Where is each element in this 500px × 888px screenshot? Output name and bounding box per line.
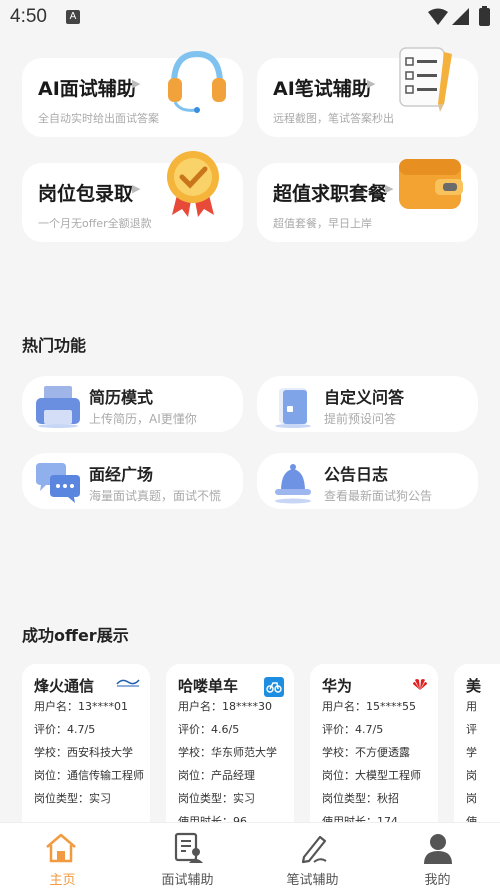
card-desc: 超值套餐，早日上岸 [273, 217, 372, 230]
tab-label: 面试辅助 [161, 873, 214, 888]
ai-written-test-card[interactable]: AI笔试辅助 ▶ 远程截图，笔试答案秒出 [257, 47, 478, 137]
offer-carousel[interactable]: 烽火通信 用户名：13****01 评价：4.7/5 学校：西安科技大学 岗位：… [22, 664, 500, 824]
tab-label: 我的 [424, 873, 451, 888]
offer-position-type: 岗 [466, 792, 477, 805]
checklist-icon [399, 47, 452, 112]
offer-card[interactable]: 烽火通信 用户名：13****01 评价：4.7/5 学校：西安科技大学 岗位：… [22, 664, 150, 824]
tab-interview-assist[interactable]: 面试辅助 [125, 823, 250, 888]
job-guarantee-card[interactable]: 岗位包录取 ▶ 一个月无offer全额退款 [22, 151, 243, 242]
user-icon [424, 834, 452, 864]
offer-position: 岗位：产品经理 [178, 769, 255, 782]
wifi-icon [428, 8, 448, 25]
offer-username: 用户名：15****55 [322, 700, 416, 713]
resume-mode-card[interactable]: 简历模式 上传简历，AI更懂你 [22, 376, 243, 432]
offer-username: 用户名：18****30 [178, 700, 272, 713]
bicycle-icon [264, 677, 284, 697]
feature-title: 简历模式 [89, 388, 154, 407]
offer-position: 岗 [466, 769, 477, 782]
hot-section-title: 热门功能 [22, 336, 87, 355]
offer-school: 学校：不方便透露 [322, 746, 410, 759]
offer-section-title: 成功offer展示 [22, 626, 129, 645]
offer-school: 学校：西安科技大学 [34, 746, 133, 759]
chevron-right-icon: ▶ [367, 77, 376, 90]
medal-icon [167, 151, 219, 217]
offer-username: 用 [466, 700, 477, 713]
announcement-log-card[interactable]: 公告日志 查看最新面试狗公告 [257, 453, 478, 509]
chevron-right-icon: ▶ [385, 182, 394, 195]
document-user-icon [174, 832, 203, 863]
interview-plaza-card[interactable]: 面经广场 海量面试真题，面试不慌 [22, 453, 243, 509]
card-title: 超值求职套餐 [273, 183, 388, 205]
feature-title: 面经广场 [89, 465, 154, 484]
offer-company: 烽火通信 [34, 677, 95, 695]
offer-card[interactable]: 华为 用户名：15****55 评价：4.7/5 学校：不方便透露 岗位：大模型… [310, 664, 438, 824]
chat-bubbles-icon [36, 463, 80, 503]
chevron-right-icon: ▶ [132, 182, 141, 195]
offer-school: 学校：华东师范大学 [178, 746, 277, 759]
offer-company: 哈喽单车 [178, 677, 239, 695]
notification-icon: A [66, 10, 80, 24]
status-time: 4:50 [10, 6, 47, 27]
offer-position: 岗位：通信传输工程师 [34, 769, 144, 782]
bell-icon [275, 464, 311, 504]
home-icon [46, 833, 76, 863]
huawei-logo-icon [413, 679, 427, 690]
card-desc: 全自动实时给出面试答案 [38, 112, 159, 125]
offer-school: 学 [466, 746, 477, 759]
feature-desc: 查看最新面试狗公告 [324, 489, 433, 503]
feature-desc: 上传简历，AI更懂你 [89, 412, 197, 426]
company-logo-icon [116, 679, 140, 687]
card-desc: 远程截图，笔试答案秒出 [273, 112, 394, 125]
card-title: 岗位包录取 [38, 183, 134, 205]
feature-title: 自定义问答 [324, 388, 405, 407]
job-package-card[interactable]: 超值求职套餐 ▶ 超值套餐，早日上岸 [257, 159, 478, 242]
offer-rating: 评价：4.7/5 [34, 723, 96, 736]
signal-icon [452, 8, 469, 25]
offer-username: 用户名：13****01 [34, 700, 128, 713]
card-desc: 一个月无offer全额退款 [38, 217, 152, 230]
feature-desc: 提前预设问答 [324, 412, 397, 426]
chevron-right-icon: ▶ [132, 77, 141, 90]
offer-rating: 评 [466, 723, 477, 736]
printer-icon [36, 386, 80, 428]
offer-card[interactable]: 美 用 评 学 岗 岗 使 [454, 664, 500, 824]
ai-interview-card[interactable]: AI面试辅助 ▶ 全自动实时给出面试答案 [22, 50, 243, 137]
offer-position-type: 岗位类型：实习 [34, 792, 111, 805]
feature-desc: 海量面试真题，面试不慌 [89, 489, 222, 503]
battery-icon [479, 6, 490, 26]
pen-icon [301, 835, 327, 864]
offer-card[interactable]: 哈喽单车 用户名：18****30 评价：4.6/5 学校：华东师范大学 岗位：… [166, 664, 294, 824]
status-bar: 4:50 A [0, 0, 500, 34]
card-title: AI面试辅助 [38, 78, 136, 100]
tab-mine[interactable]: 我的 [375, 823, 500, 888]
tab-label: 主页 [49, 873, 76, 888]
offer-position-type: 岗位类型：秋招 [322, 792, 399, 805]
tab-label: 笔试辅助 [286, 873, 339, 888]
offer-position: 岗位：大模型工程师 [322, 769, 421, 782]
custom-qa-card[interactable]: 自定义问答 提前预设问答 [257, 376, 478, 432]
offer-position-type: 岗位类型：实习 [178, 792, 255, 805]
card-title: AI笔试辅助 [273, 78, 371, 100]
folder-icon [275, 388, 311, 428]
offer-company: 美 [466, 677, 482, 695]
wallet-icon [399, 159, 463, 209]
tab-home[interactable]: 主页 [0, 823, 125, 888]
tab-written-assist[interactable]: 笔试辅助 [250, 823, 375, 888]
offer-rating: 评价：4.6/5 [178, 723, 240, 736]
feature-title: 公告日志 [324, 465, 389, 484]
offer-rating: 评价：4.7/5 [322, 723, 384, 736]
offer-company: 华为 [322, 677, 353, 695]
bottom-tab-bar: 主页 面试辅助 笔试辅助 我的 [0, 822, 500, 888]
headset-icon [168, 50, 226, 113]
